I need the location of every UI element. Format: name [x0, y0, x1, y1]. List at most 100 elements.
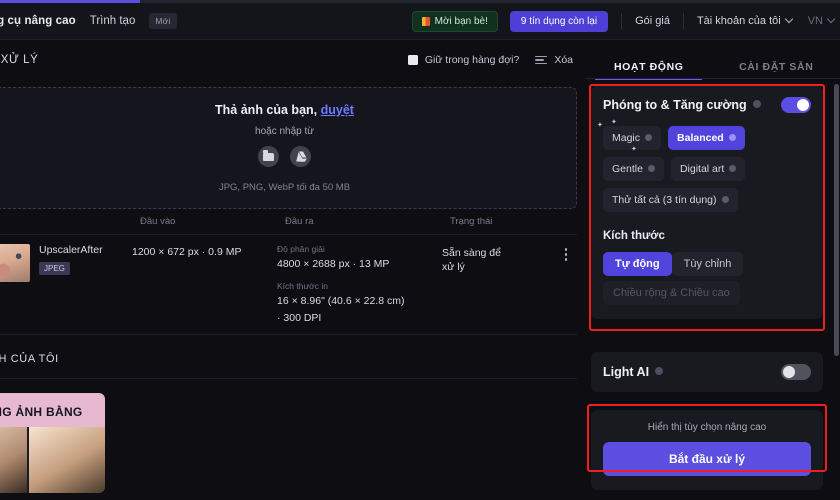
nav-creator[interactable]: Trình tạo [90, 15, 136, 27]
row-input-cell: 1200 × 672 px · 0.9 MP [132, 246, 242, 258]
account-menu[interactable]: Tài khoản của tôi [696, 14, 793, 27]
info-icon[interactable] [752, 100, 761, 108]
info-icon[interactable] [655, 367, 664, 375]
import-sources [258, 146, 311, 167]
mode-try-all-label: Thử tất cả (3 tín dụng) [612, 194, 717, 206]
badge-new: Mới [149, 13, 177, 29]
nav-advanced-tools[interactable]: ng cụ nâng cao [0, 15, 76, 27]
mode-digital-art[interactable]: Digital art [670, 157, 746, 181]
folder-icon [263, 150, 274, 161]
mode-magic-label: Magic [612, 132, 641, 144]
light-ai-card: Light AI [591, 352, 823, 392]
chevron-down-icon [826, 14, 836, 24]
sparkle-icon: ✦ [611, 119, 617, 126]
panel-scrollbar[interactable] [834, 84, 839, 356]
header-nav-left: ng cụ nâng cao Trình tạo Mới [0, 13, 177, 29]
print-size-value: 16 × 8.96" (40.6 × 22.8 cm) [277, 295, 405, 308]
advanced-options-link[interactable]: Hiển thị tùy chọn nâng cao [603, 422, 811, 433]
folder-import-button[interactable] [258, 146, 279, 167]
row-output-cell: Độ phân giải 4800 × 2688 px · 13 MP Kích… [277, 244, 442, 326]
toolbar-actions: Giữ trong hàng đợi? Xóa [407, 54, 585, 66]
col-header-output: Đầu ra [285, 216, 314, 227]
top-header: ng cụ nâng cao Trình tạo Mới Mời bạn bè!… [0, 3, 840, 40]
clear-label: Xóa [554, 54, 573, 66]
dropzone-title: Thả ảnh của bạn, duyệt [215, 103, 354, 117]
credits-button[interactable]: 9 tín dụng còn lại [509, 10, 609, 32]
size-custom-button[interactable]: Tùy chỉnh [671, 252, 744, 276]
checkbox-icon [407, 55, 418, 65]
tabs-underline [585, 78, 840, 79]
status-text: Sẵn sàng để xử lý [442, 247, 501, 274]
language-selector[interactable]: VN [807, 14, 836, 27]
mode-balanced-label: Balanced [677, 132, 724, 144]
info-icon[interactable] [728, 133, 736, 141]
row-menu-button[interactable] [564, 246, 578, 326]
app-root: ng cụ nâng cao Trình tạo Mới Mời bạn bè!… [0, 0, 840, 500]
size-title: Kích thước [603, 230, 665, 242]
upscale-mode-chips: ✦ ✦ ✦ Magic Balanced Gentle Digital art [597, 119, 811, 212]
light-ai-toggle[interactable] [781, 364, 811, 380]
right-panel-tabs: HOẠT ĐỘNG CÀI ĐẶT SẴN [585, 40, 840, 80]
sparkle-icon: ✦ [631, 146, 637, 153]
google-drive-icon [295, 151, 307, 162]
my-images-title: NH CỦA TÔI [0, 352, 59, 365]
promo-image-before [0, 426, 27, 493]
info-icon[interactable] [729, 164, 737, 172]
settings-panel: Phóng to & Tăng cường ✦ ✦ ✦ Magic Balanc… [585, 80, 840, 500]
sparkle-icon: ✦ [597, 122, 603, 129]
row-file-cell: UpscalerAfter JPEG [0, 244, 132, 326]
gift-icon [421, 16, 430, 26]
header-nav-right: Mời bạn bè! 9 tín dụng còn lại Gói giá T… [411, 10, 840, 32]
actions-card: Hiển thị tùy chọn nâng cao Bắt đầu xử lý [591, 410, 823, 490]
upscale-settings-card: Phóng to & Tăng cường ✦ ✦ ✦ Magic Balanc… [591, 86, 823, 319]
col-header-input: Đầu vào [140, 216, 176, 227]
processing-toolbar: N XỬ LÝ Giữ trong hàng đợi? Xóa [0, 40, 585, 80]
keep-in-queue-label: Giữ trong hàng đợi? [424, 54, 520, 66]
browse-link[interactable]: duyệt [321, 103, 354, 117]
light-ai-title: Light AI [603, 365, 650, 379]
upscale-toggle[interactable] [781, 97, 811, 113]
main-content: Thả ảnh của bạn, duyệt hoặc nhập từ JPG,… [0, 80, 585, 500]
size-auto-button[interactable]: Tự động [603, 252, 672, 276]
info-icon[interactable] [647, 164, 655, 172]
dropzone-title-text: Thả ảnh của bạn, [215, 103, 318, 117]
print-dpi-value: · 300 DPI [277, 312, 322, 325]
dimension-input-disabled: Chiều rộng & Chiều cao [603, 281, 740, 305]
pricing-link[interactable]: Gói giá [635, 15, 670, 27]
file-type-badge: JPEG [39, 262, 70, 275]
header-divider-1 [621, 13, 623, 29]
start-processing-button[interactable]: Bắt đầu xử lý [603, 442, 811, 476]
mode-gentle-label: Gentle [612, 163, 643, 175]
print-size-label: Kích thước in [277, 281, 328, 292]
language-label: VN [807, 15, 823, 27]
clear-button[interactable]: Xóa [535, 54, 573, 66]
invite-friends-button[interactable]: Mời bạn bè! [411, 10, 498, 32]
header-divider-2 [682, 13, 684, 29]
file-name: UpscalerAfter [39, 244, 103, 256]
col-header-status: Trạng thái [450, 216, 493, 227]
dropzone-formats: JPG, PNG, WebP tối đa 50 MB [218, 182, 351, 193]
keep-in-queue-checkbox[interactable]: Giữ trong hàng đợi? [407, 54, 520, 66]
promo-text: ƯỢNG ẢNH BẰNG [0, 404, 83, 419]
info-icon[interactable] [721, 195, 729, 203]
size-mode-segmented: Tự động Tùy chỉnh [603, 252, 811, 276]
my-images-divider [0, 377, 577, 379]
table-row[interactable]: UpscalerAfter JPEG 1200 × 672 px · 0.9 M… [0, 235, 577, 335]
account-menu-label: Tài khoản của tôi [696, 15, 781, 27]
upload-dropzone[interactable]: Thả ảnh của bạn, duyệt hoặc nhập từ JPG,… [0, 87, 577, 209]
promo-card[interactable]: ƯỢNG ẢNH BẰNG [0, 392, 105, 493]
info-icon[interactable] [645, 133, 653, 141]
mode-gentle[interactable]: Gentle [603, 157, 664, 181]
section-title-processing: N XỬ LÝ [0, 54, 39, 66]
google-drive-import-button[interactable] [290, 146, 311, 167]
promo-image-after [28, 426, 105, 493]
mode-balanced[interactable]: Balanced [668, 126, 745, 150]
chevron-down-icon [784, 14, 793, 24]
output-resolution-label: Độ phân giải [277, 244, 325, 254]
table-header: Đầu vào Đầu ra Trạng thái [0, 209, 577, 235]
promo-images [0, 426, 105, 493]
file-meta: UpscalerAfter JPEG [39, 244, 103, 326]
row-status-cell: Sẵn sàng để xử lý [442, 244, 577, 326]
output-resolution-value: 4800 × 2688 px · 13 MP [277, 258, 390, 270]
mode-try-all[interactable]: Thử tất cả (3 tín dụng) [603, 188, 738, 212]
